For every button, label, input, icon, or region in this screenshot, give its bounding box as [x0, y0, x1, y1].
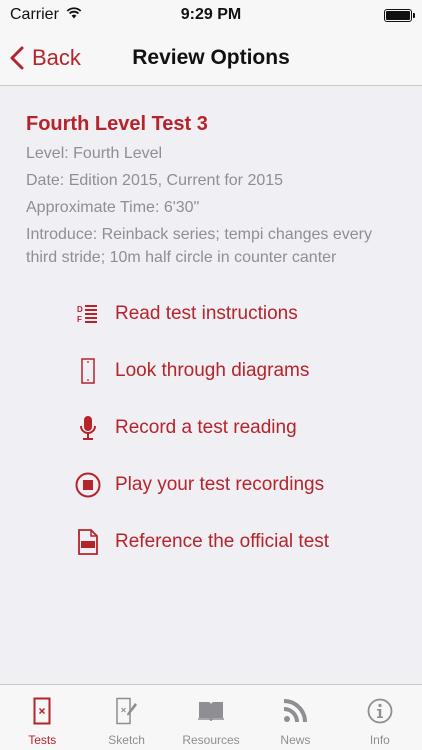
play-recording-icon	[74, 471, 102, 499]
tab-resources[interactable]: Resources	[169, 685, 253, 750]
document-list-icon: D F	[74, 300, 102, 328]
pdf-file-icon	[74, 528, 102, 556]
tab-sketch[interactable]: Sketch	[84, 685, 168, 750]
test-details: Fourth Level Test 3 Level: Fourth Level …	[0, 87, 422, 684]
test-introduce: Introduce: Reinback series; tempi change…	[26, 226, 372, 266]
tab-label: News	[280, 733, 311, 747]
look-through-diagrams-button[interactable]: Look through diagrams	[74, 342, 396, 399]
tab-news[interactable]: News	[253, 685, 337, 750]
wifi-icon	[65, 6, 83, 24]
test-level: Level: Fourth Level	[26, 145, 163, 162]
tab-label: Resources	[182, 733, 240, 747]
read-instructions-button[interactable]: D F Read test instructions	[74, 285, 396, 342]
test-approximate-time: Approximate Time: 6'30"	[26, 199, 200, 216]
back-button[interactable]: Back	[0, 45, 81, 71]
back-label: Back	[32, 44, 81, 70]
action-label: Record a test reading	[115, 416, 297, 438]
sketch-icon	[115, 693, 139, 729]
reference-official-test-button[interactable]: Reference the official test	[74, 513, 396, 570]
chevron-left-icon	[10, 46, 24, 69]
test-date: Date: Edition 2015, Current for 2015	[26, 172, 284, 189]
battery-icon	[384, 8, 415, 22]
tab-tests[interactable]: Tests	[0, 685, 84, 750]
play-recordings-button[interactable]: Play your test recordings	[74, 456, 396, 513]
action-label: Play your test recordings	[115, 473, 325, 495]
book-icon	[197, 693, 225, 729]
tab-info[interactable]: Info	[338, 685, 422, 750]
arena-diagram-icon	[74, 357, 102, 385]
action-label: Read test instructions	[115, 302, 298, 324]
record-reading-button[interactable]: Record a test reading	[74, 399, 396, 456]
status-bar: Carrier 9:29 PM	[0, 0, 422, 30]
test-sheet-icon	[33, 693, 51, 729]
microphone-icon	[74, 414, 102, 442]
review-actions: D F Read test instructions Look through …	[26, 285, 396, 570]
tab-label: Sketch	[108, 733, 145, 747]
tab-label: Tests	[28, 733, 57, 747]
navigation-bar: Back Review Options	[0, 30, 422, 86]
action-label: Look through diagrams	[115, 359, 310, 381]
action-label: Reference the official test	[115, 530, 330, 552]
svg-text:D: D	[77, 305, 83, 314]
tab-label: Info	[369, 733, 390, 747]
test-title: Fourth Level Test 3	[26, 113, 208, 135]
svg-text:F: F	[77, 315, 82, 324]
carrier-label: Carrier	[10, 6, 59, 23]
rss-icon	[283, 693, 308, 729]
info-icon	[367, 693, 393, 729]
status-left: Carrier	[10, 6, 83, 24]
tab-bar: Tests Sketch Resources News Info	[0, 684, 422, 750]
